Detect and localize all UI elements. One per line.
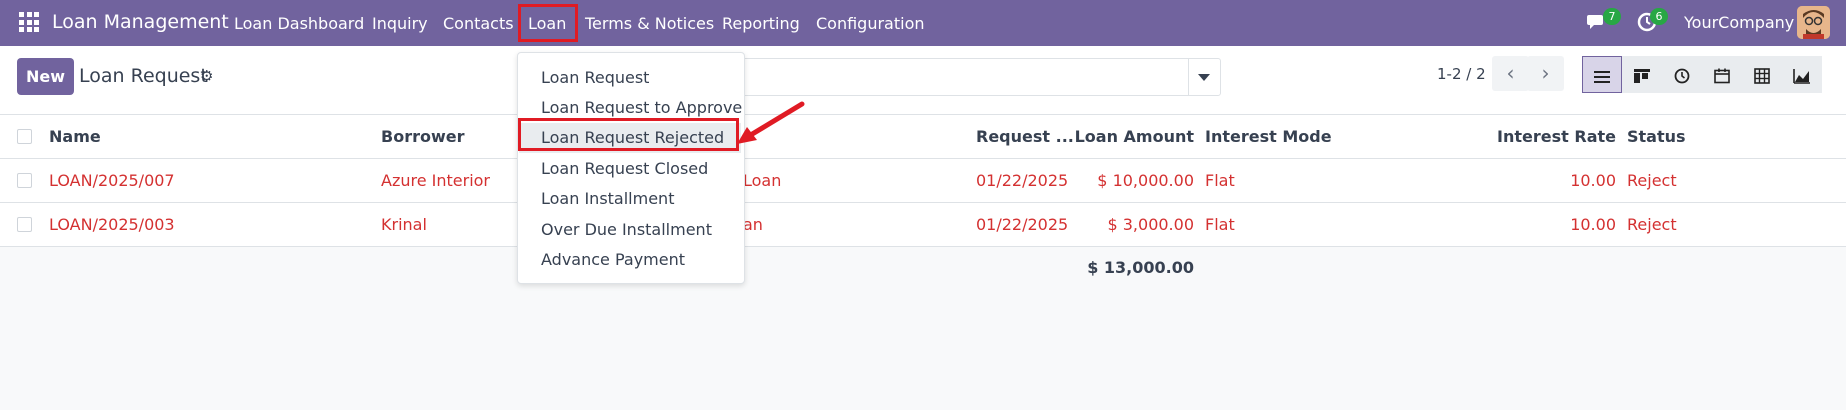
cell-interest-rate: 10.00 xyxy=(1570,215,1616,234)
loan-menu-highlight xyxy=(518,4,578,42)
row-checkbox[interactable] xyxy=(17,173,32,188)
new-button[interactable]: New xyxy=(17,58,74,95)
table-header: Name Borrower Request ... Loan Amount In… xyxy=(0,115,1846,159)
pivot-icon xyxy=(1754,67,1770,84)
list-view-button[interactable] xyxy=(1582,56,1622,93)
activity-icon xyxy=(1674,68,1690,83)
calendar-view-button[interactable] xyxy=(1702,56,1742,93)
messages-badge: 7 xyxy=(1603,8,1621,25)
graph-icon xyxy=(1793,68,1810,84)
cell-interest-rate: 10.00 xyxy=(1570,171,1616,190)
menu-configuration[interactable]: Configuration xyxy=(816,0,925,46)
dropdown-item-loan-request[interactable]: Loan Request xyxy=(541,63,649,93)
pager-previous-button[interactable]: ‹ xyxy=(1492,56,1529,91)
cell-name: LOAN/2025/003 xyxy=(49,215,175,234)
column-header-interest-rate[interactable]: Interest Rate xyxy=(1470,115,1616,159)
menu-reporting[interactable]: Reporting xyxy=(722,0,800,46)
cell-request-date: 01/22/2025 xyxy=(976,171,1069,190)
cell-interest-mode: Flat xyxy=(1205,171,1235,190)
kanban-view-button[interactable] xyxy=(1622,56,1662,93)
row-checkbox[interactable] xyxy=(17,217,32,232)
cell-interest-mode: Flat xyxy=(1205,215,1235,234)
page-title: Loan Request xyxy=(79,65,208,87)
pager-next-button[interactable]: › xyxy=(1527,56,1564,91)
pivot-view-button[interactable] xyxy=(1742,56,1782,93)
dropdown-item-advance-payment[interactable]: Advance Payment xyxy=(541,245,685,275)
column-header-loan-amount[interactable]: Loan Amount xyxy=(1060,115,1194,159)
cell-loan-amount: $ 10,000.00 xyxy=(1097,171,1194,190)
kanban-icon xyxy=(1634,68,1650,83)
menu-terms-notices[interactable]: Terms & Notices xyxy=(585,0,714,46)
column-header-name[interactable]: Name xyxy=(49,115,101,159)
column-header-borrower[interactable]: Borrower xyxy=(381,115,464,159)
apps-menu-icon[interactable] xyxy=(19,12,39,32)
menu-inquiry[interactable]: Inquiry xyxy=(372,0,428,46)
column-header-interest-mode[interactable]: Interest Mode xyxy=(1205,115,1332,159)
search-input[interactable] xyxy=(740,58,1221,96)
app-title[interactable]: Loan Management xyxy=(52,11,229,33)
annotation-arrow-icon xyxy=(737,101,805,144)
menu-loan-dashboard[interactable]: Loan Dashboard xyxy=(234,0,364,46)
cell-loan-type: Loan xyxy=(743,171,782,190)
activities-badge: 6 xyxy=(1650,8,1668,25)
cell-status: Reject xyxy=(1627,215,1677,234)
cell-borrower: Azure Interior xyxy=(381,171,491,190)
cell-name: LOAN/2025/007 xyxy=(49,171,175,190)
dropdown-item-loan-request-closed[interactable]: Loan Request Closed xyxy=(541,154,708,184)
column-header-status[interactable]: Status xyxy=(1627,115,1686,159)
top-navbar: Loan Management Loan Dashboard Inquiry C… xyxy=(0,0,1846,46)
cell-status: Reject xyxy=(1627,171,1677,190)
dropdown-item-over-due-installment[interactable]: Over Due Installment xyxy=(541,215,712,245)
calendar-icon xyxy=(1714,68,1730,83)
table-row[interactable]: LOAN/2025/007 Azure Interior Loan 01/22/… xyxy=(0,159,1846,203)
table-row[interactable]: LOAN/2025/003 Krinal an 01/22/2025 $ 3,0… xyxy=(0,203,1846,247)
graph-view-button[interactable] xyxy=(1782,56,1822,93)
pager-value[interactable]: 1-2 / 2 xyxy=(1437,65,1486,83)
cell-loan-amount: $ 3,000.00 xyxy=(1107,215,1194,234)
total-loan-amount-label: $ 13,000.00 xyxy=(1087,258,1194,277)
gear-icon[interactable]: ⚙ xyxy=(200,67,213,85)
select-all-checkbox[interactable] xyxy=(17,129,32,144)
menu-contacts[interactable]: Contacts xyxy=(443,0,514,46)
user-avatar[interactable] xyxy=(1797,6,1830,39)
list-icon xyxy=(1594,70,1610,83)
rejected-item-highlight xyxy=(518,118,739,151)
caret-down-icon xyxy=(1198,74,1210,81)
company-switcher[interactable]: YourCompany xyxy=(1684,13,1794,32)
cell-loan-type: an xyxy=(743,215,763,234)
control-panel: New Loan Request ⚙ 1-2 / 2 ‹ › xyxy=(0,46,1846,115)
loan-dropdown-menu: Loan Request Loan Request to Approve Loa… xyxy=(517,52,745,284)
activity-view-button[interactable] xyxy=(1662,56,1702,93)
cell-borrower: Krinal xyxy=(381,215,427,234)
dropdown-item-loan-installment[interactable]: Loan Installment xyxy=(541,184,674,214)
empty-area xyxy=(0,247,1846,410)
cell-request-date: 01/22/2025 xyxy=(976,215,1069,234)
